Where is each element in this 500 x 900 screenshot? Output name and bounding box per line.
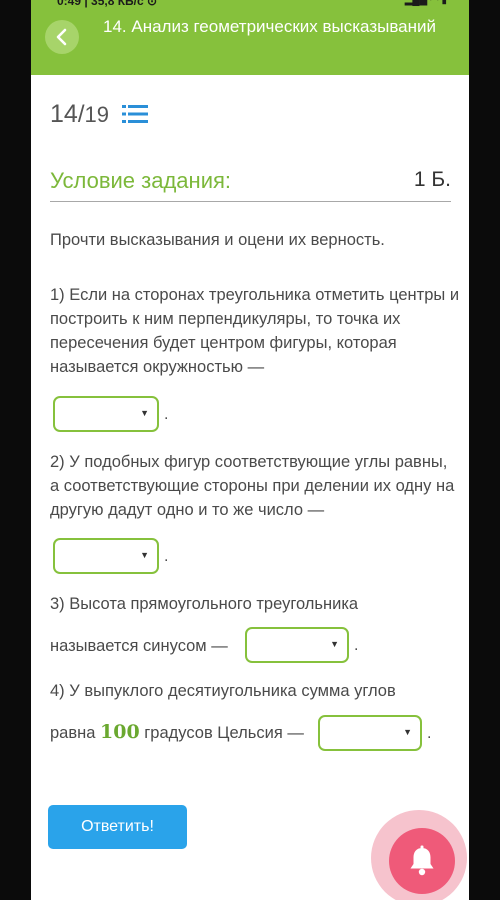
statement-4-line-2: равна 100 градусов Цельсия —: [50, 720, 304, 745]
chevron-down-icon: ▼: [330, 639, 339, 649]
period: .: [427, 725, 432, 742]
points-label: 1 Б.: [413, 168, 451, 191]
app-header: 14. Анализ геометрических высказываний: [31, 8, 469, 75]
chevron-down-icon: ▼: [140, 408, 149, 418]
chevron-left-icon: [56, 28, 67, 46]
statement-3-line-1: 3) Высота прямоугольного треугольника: [50, 595, 359, 613]
bell-icon: [410, 845, 434, 876]
back-button[interactable]: [45, 20, 79, 54]
answer-select-3[interactable]: ▼: [245, 627, 349, 663]
counter-current: 14: [50, 100, 78, 128]
statement-1: 1) Если на сторонах треугольника отметит…: [50, 286, 460, 376]
submit-answer-button[interactable]: Ответить!: [48, 805, 187, 849]
chevron-down-icon: ▼: [140, 550, 149, 560]
condition-title: Условие задания:: [50, 168, 232, 193]
status-text: 0:49 | 35,8 КБ/с ⊙: [57, 0, 158, 8]
answer-select-4[interactable]: ▼: [318, 715, 422, 751]
divider: [50, 201, 451, 202]
counter-total: 19: [84, 102, 109, 127]
answer-select-2[interactable]: ▼: [53, 538, 159, 574]
status-bar: 0:49 | 35,8 КБ/с ⊙ ▂▄▆ ◠ ▮: [31, 0, 469, 8]
list-icon[interactable]: [122, 104, 148, 124]
statement-4-line-1: 4) У выпуклого десятиугольника сумма угл…: [50, 682, 396, 700]
statement-4-text-before: равна: [50, 724, 96, 742]
status-icons: ▂▄▆ ◠ ▮: [404, 0, 447, 6]
period: .: [164, 406, 169, 423]
statement-2: 2) У подобных фигур соответствующие углы…: [50, 453, 455, 519]
app-screen: 0:49 | 35,8 КБ/с ⊙ ▂▄▆ ◠ ▮ 14. Анализ ге…: [31, 0, 469, 900]
period: .: [164, 548, 169, 565]
page-title: 14. Анализ геометрических высказываний: [103, 17, 437, 36]
task-intro: Прочти высказывания и оцени их верность.: [50, 231, 385, 249]
period: .: [354, 637, 359, 654]
statement-4-text-after: градусов Цельсия —: [144, 724, 304, 742]
question-counter: 14/19: [50, 100, 109, 129]
notification-button[interactable]: [389, 828, 455, 894]
statement-3-line-2: называется синусом —: [50, 637, 228, 655]
chevron-down-icon: ▼: [403, 727, 412, 737]
statement-4-number: 100: [100, 721, 140, 743]
answer-select-1[interactable]: ▼: [53, 396, 159, 432]
